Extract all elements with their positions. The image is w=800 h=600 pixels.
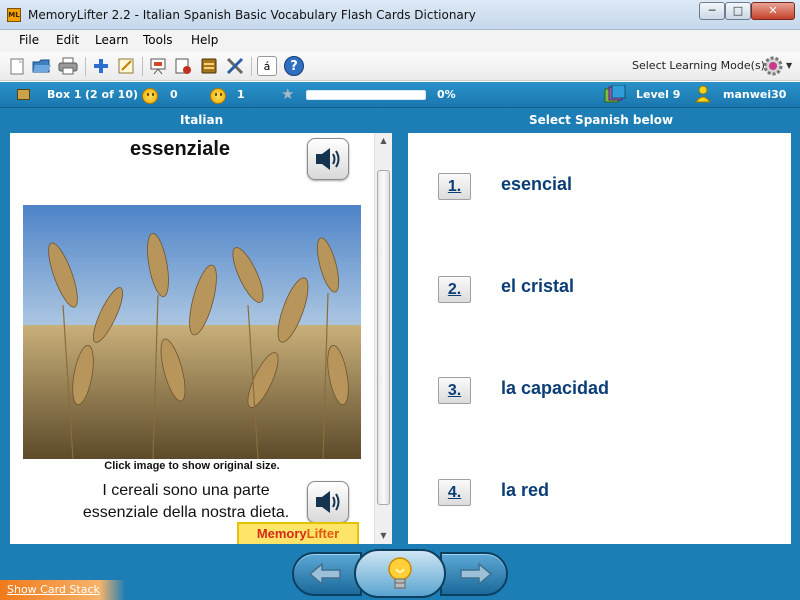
edit-card-icon[interactable] [116,56,136,76]
answer-4-text[interactable]: la red [501,480,549,501]
tools-icon[interactable] [225,56,245,76]
menu-tools[interactable]: Tools [143,33,173,47]
add-card-icon[interactable] [91,56,111,76]
box-icon [17,89,30,100]
new-file-icon[interactable] [7,56,27,76]
progress-percent: 0% [437,88,456,101]
speaker-icon [316,491,340,513]
star-icon: ★ [281,85,295,103]
scroll-up-arrow[interactable]: ▲ [375,133,392,149]
correct-smiley-icon [142,88,158,104]
menu-bar: File Edit Learn Tools Help [0,30,800,52]
gear-icon[interactable] [762,55,784,77]
wrong-smiley-icon [210,88,226,104]
play-word-audio-button[interactable] [307,138,349,180]
print-icon[interactable] [58,56,78,76]
answer-1-text[interactable]: esencial [501,174,572,195]
speaker-icon [316,148,340,170]
wheat-photo[interactable] [23,205,361,459]
show-card-stack-bar: Show Card Stack [0,580,125,600]
maximize-button[interactable]: □ [725,2,751,20]
scroll-thumb[interactable] [377,170,390,505]
title-bar: ML MemoryLifter 2.2 - Italian Spanish Ba… [0,0,800,30]
answer-3-button[interactable]: 3. [438,377,471,404]
card-stack-icon [604,84,626,103]
answer-4-button[interactable]: 4. [438,479,471,506]
level-label: Level 9 [636,88,681,101]
question-word: essenziale [129,138,231,160]
lightbulb-icon [388,557,412,589]
box-label: Box 1 [47,88,82,101]
special-characters-icon[interactable]: á [257,56,277,76]
question-scrollbar[interactable]: ▲ ▼ [374,133,392,544]
wrong-count: 1 [237,88,245,101]
question-header: Italian [180,113,224,127]
close-button[interactable]: ✕ [751,2,795,20]
answer-2-button[interactable]: 2. [438,276,471,303]
dictionary-icon[interactable] [199,56,219,76]
open-folder-icon[interactable] [32,56,52,76]
select-learning-mode-label[interactable]: Select Learning Mode(s) [632,59,765,72]
image-caption: Click image to show original size. [104,460,280,472]
arrow-right-icon [460,562,493,586]
help-icon[interactable]: ? [284,56,304,76]
statistics-icon[interactable] [173,56,193,76]
user-icon [695,85,711,103]
menu-edit[interactable]: Edit [56,33,79,47]
menu-help[interactable]: Help [191,33,218,47]
answer-1-button[interactable]: 1. [438,173,471,200]
chevron-down-icon[interactable]: ▼ [786,61,792,70]
memorylifter-logo: MemoryLifter [237,522,359,544]
window-title: MemoryLifter 2.2 - Italian Spanish Basic… [28,8,476,22]
arrow-left-icon [308,562,341,586]
correct-count: 0 [170,88,178,101]
username: manwei30 [723,88,787,101]
box-position: (2 of 10) [85,88,139,101]
answer-2-text[interactable]: el cristal [501,276,574,297]
progress-bar [306,90,426,100]
menu-file[interactable]: File [19,33,39,47]
answer-header: Select Spanish below [529,113,674,127]
scroll-down-arrow[interactable]: ▼ [375,528,392,544]
slideshow-icon[interactable] [148,56,168,76]
answer-3-text[interactable]: la capacidad [501,378,609,399]
app-icon: ML [7,8,21,22]
example-sentence: I cereali sono una parte essenziale dell… [82,482,290,521]
show-card-stack-link[interactable]: Show Card Stack [7,583,100,596]
play-sentence-audio-button[interactable] [307,481,349,523]
minimize-button[interactable]: ─ [699,2,725,20]
menu-learn[interactable]: Learn [95,33,129,47]
